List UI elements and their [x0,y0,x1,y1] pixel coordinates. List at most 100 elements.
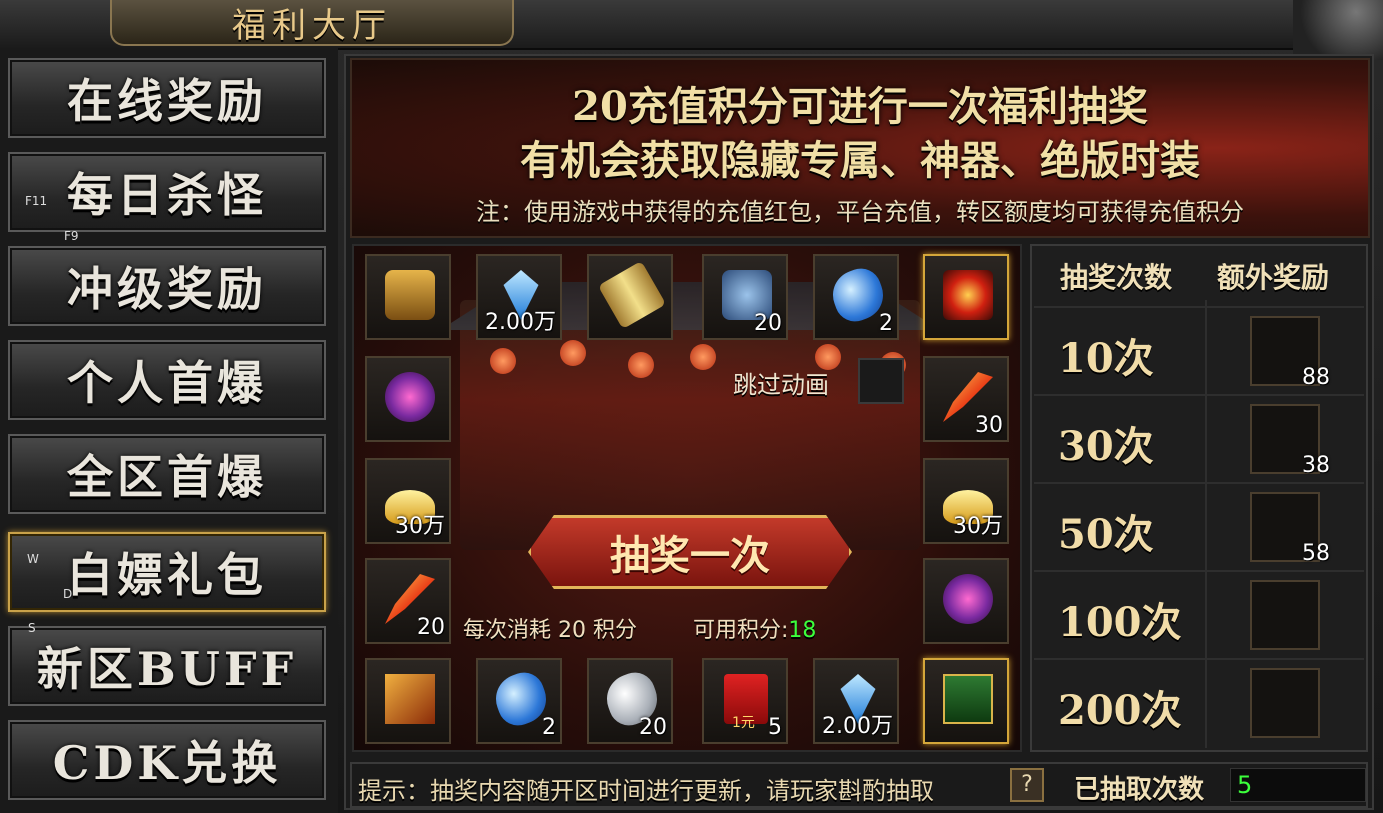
white-stone-icon [1253,306,1317,330]
sidebar-item-new-server-buff[interactable]: 新区BUFF [8,626,326,706]
available-points-label: 可用积分: [693,618,789,643]
prize-slot[interactable]: 30万 [923,458,1009,544]
window-title-plate: 福利大厅 [110,0,514,46]
milestone-row: 30次 38 [1034,394,1364,482]
vortex-emblem-icon [943,270,993,320]
prize-slot[interactable] [365,254,451,340]
hotkey-hint: W [27,552,39,566]
green-card-icon [943,674,993,724]
banner-note: 注：使用游戏中获得的充值红包，平台充值，转区额度均可获得充值积分 [476,198,1244,226]
lantern-icon [628,352,654,378]
prize-count: 30万 [395,514,445,539]
hotkey-hint: D [63,587,73,601]
milestone-row: 10次 88 [1034,306,1364,394]
skip-animation-label: 跳过动画 [733,371,829,399]
sidebar-item-personal-first-drop[interactable]: 个人首爆 [8,340,326,420]
prize-slot[interactable] [365,356,451,442]
lantern-icon [490,348,516,374]
banner-subheadline: 有机会获取隐藏专属、神器、绝版时装 [520,137,1200,184]
prize-slot[interactable]: 30 [923,356,1009,442]
purple-orb-icon [385,372,435,422]
fire-cube-icon [385,674,435,724]
sidebar-item-cdk-redeem[interactable]: CDK兑换 [8,720,326,800]
hotkey-hint: F9 [64,229,79,243]
corner-ornament-icon [1293,0,1383,60]
sidebar-item-server-first-drop[interactable]: 全区首爆 [8,434,326,514]
sidebar-item-online-reward[interactable]: 在线奖励 [8,58,326,138]
drawn-count-label: 已抽取次数 [1074,775,1205,805]
prize-count: 30万 [953,514,1003,539]
purple-orb-icon [943,574,993,624]
prize-count: 2 [542,715,556,740]
available-points-value: 18 [788,618,817,643]
prize-slot[interactable] [923,558,1009,644]
hotkey-hint: F11 [25,194,48,208]
sidebar-item-label: 在线奖励 [67,74,267,128]
hotkey-hint: S [28,621,36,635]
prize-slot[interactable]: 2.00万 [476,254,562,340]
prize-slot[interactable] [923,254,1009,340]
prize-slot[interactable]: 30万 [365,458,451,544]
sidebar-item-label: 白嫖礼包 [67,548,267,602]
milestone-reward-slot[interactable]: 88 [1250,306,1330,390]
drawn-count-value: 5 [1237,771,1253,799]
prize-slot[interactable] [923,658,1009,744]
milestone-row: 200次 [1034,658,1364,746]
milestone-reward-slot[interactable] [1250,580,1320,650]
sidebar-item-label: 新区BUFF [36,642,298,696]
blue-stone-icon [1253,394,1317,418]
help-button[interactable]: ? [1010,768,1044,802]
red-envelope-value: 1元 [732,715,755,731]
lottery-banner: 20充值积分可进行一次福利抽奖 有机会获取隐藏专属、神器、绝版时装 注：使用游戏… [350,58,1370,238]
cost-per-draw: 每次消耗 20 积分 [463,618,637,643]
prize-count: 2 [879,311,893,336]
milestone-reward-slot[interactable]: 38 [1250,394,1330,478]
draw-once-button[interactable]: 抽奖一次 [528,515,852,589]
milestone-reward-count: 88 [1302,365,1330,390]
sidebar-item-label: 个人首爆 [67,356,267,410]
available-points: 可用积分:18 [693,612,816,644]
milestone-reward-count: 38 [1302,453,1330,478]
lantern-icon [690,344,716,370]
prize-slot[interactable]: 2.00万 [813,658,899,744]
milestone-times: 100次 [1058,599,1182,646]
prize-count: 30 [975,413,1003,438]
milestone-times: 200次 [1058,687,1182,734]
milestone-row: 50次 58 [1034,482,1364,570]
milestone-reward-slot[interactable] [1250,668,1320,738]
prize-slot[interactable]: 2 [813,254,899,340]
sidebar-item-label: 每日杀怪 [67,168,267,222]
skip-animation-checkbox[interactable] [858,358,904,404]
milestone-times: 10次 [1058,335,1154,382]
prize-count: 5 [768,715,782,740]
banner-headline: 20充值积分可进行一次福利抽奖 [572,83,1148,130]
milestone-times: 30次 [1058,423,1154,470]
prize-count: 20 [417,615,445,640]
prize-slot[interactable]: 20 [365,558,451,644]
sidebar-item-label: 全区首爆 [67,450,267,504]
prize-count: 2.00万 [822,714,893,739]
milestone-header-times: 抽奖次数 [1060,261,1173,294]
sidebar-item-label: 冲级奖励 [67,262,267,316]
treasure-chest-icon [385,270,435,320]
window-title: 福利大厅 [232,5,392,46]
prize-slot[interactable]: 20 [587,658,673,744]
draw-once-label: 抽奖一次 [610,532,770,579]
sidebar-item-level-reward[interactable]: 冲级奖励 [8,246,326,326]
prize-slot[interactable]: 1元 5 [702,658,788,744]
prize-count: 2.00万 [485,310,556,335]
milestone-row: 100次 [1034,570,1364,658]
sidebar-item-label: CDK兑换 [52,736,282,790]
milestone-reward-count: 58 [1302,541,1330,566]
prize-count: 20 [639,715,667,740]
sidebar-item-free-gift[interactable]: 白嫖礼包 [8,532,326,612]
milestone-times: 50次 [1058,511,1154,558]
prize-slot[interactable] [365,658,451,744]
prize-slot[interactable]: 2 [476,658,562,744]
scroll-icon [597,260,667,330]
prize-slot[interactable]: 20 [702,254,788,340]
sidebar-item-daily-kill[interactable]: 每日杀怪 [8,152,326,232]
prize-slot[interactable] [587,254,673,340]
lantern-icon [560,340,586,366]
milestone-reward-slot[interactable]: 58 [1250,492,1330,566]
